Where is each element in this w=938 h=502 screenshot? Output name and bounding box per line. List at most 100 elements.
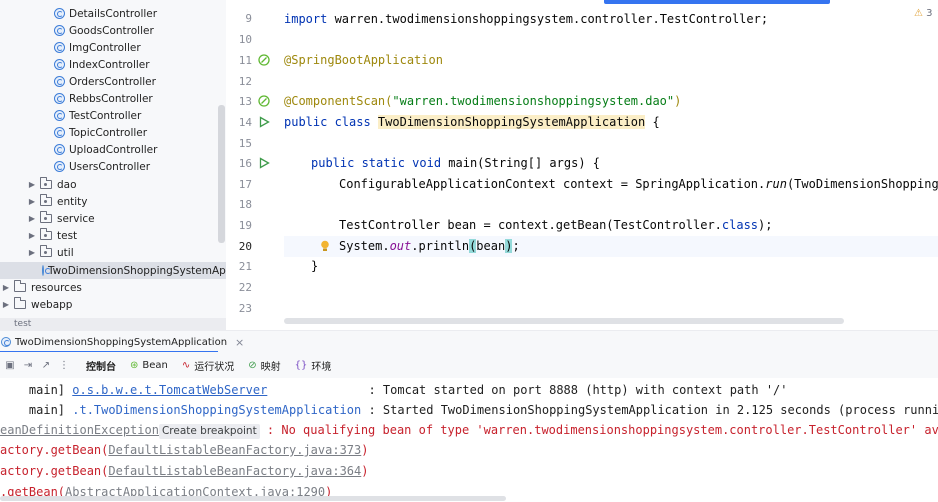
code-line-14: public class TwoDimensionShoppingSystemA… <box>284 112 660 132</box>
bean-icon: ⊛ <box>130 359 139 371</box>
chevron-right-icon[interactable]: ▶ <box>27 214 37 223</box>
editor-gutter: 9 10 11 12 13 14 15 16 17 18 19 20 21 22… <box>226 0 284 330</box>
chevron-right-icon[interactable]: ▶ <box>27 248 37 257</box>
tree-item-entity[interactable]: ▶ entity <box>0 193 226 210</box>
console-logger-link[interactable]: o.s.b.w.e.t.TomcatWebServer <box>72 383 267 397</box>
tree-item-service[interactable]: ▶ service <box>0 210 226 227</box>
tree-item-label: webapp <box>31 298 73 311</box>
chevron-right-icon[interactable]: ▶ <box>1 300 11 309</box>
console-output[interactable]: main] o.s.b.w.e.t.TomcatWebServer : Tomc… <box>0 378 938 502</box>
tree-item-test-controller[interactable]: TestController <box>0 107 226 124</box>
tab-mappings[interactable]: ⊘ 映射 <box>248 358 280 373</box>
run-gutter-icon[interactable] <box>258 157 270 169</box>
code-line-9: import warren.twodimensionshoppingsystem… <box>284 9 768 29</box>
tree-item-label: test <box>57 229 78 242</box>
export-icon[interactable]: ↗ <box>40 359 52 371</box>
tab-label: 运行状况 <box>194 361 235 373</box>
tree-item-rebbs-controller[interactable]: RebbsController <box>0 90 226 107</box>
folder-icon <box>14 280 26 292</box>
class-icon <box>54 59 65 70</box>
console-horizontal-scrollbar[interactable] <box>0 496 506 501</box>
spring-bean-icon[interactable] <box>258 54 270 66</box>
more-options-icon[interactable]: ⋮ <box>58 359 70 371</box>
tree-item-label: GoodsController <box>69 24 154 37</box>
inspection-warning-badge[interactable]: ⚠ 3 ⌃ <box>914 8 938 19</box>
tree-item-label: DetailsController <box>69 7 158 20</box>
chevron-right-icon[interactable]: ▶ <box>27 180 37 189</box>
code-text: warren.twodimensionshoppingsystem.contro… <box>327 12 769 26</box>
tree-item-webapp[interactable]: ▶ webapp <box>0 296 226 313</box>
stack-frame-link[interactable]: DefaultListableBeanFactory.java:364 <box>108 464 361 478</box>
tab-console[interactable]: 控制台 <box>86 356 116 375</box>
tree-item-test[interactable]: ▶ test <box>0 227 226 244</box>
tree-item-main-class[interactable]: TwoDimensionShoppingSystemApplicat <box>0 262 226 279</box>
class-icon <box>54 144 65 155</box>
line-number: 17 <box>238 178 252 191</box>
code-area[interactable]: import warren.twodimensionshoppingsystem… <box>284 0 938 330</box>
tree-item-label: ImgController <box>69 41 141 54</box>
tab-bean[interactable]: ⊛ Bean <box>130 360 168 371</box>
code-annotation: @SpringBootApplication <box>284 53 443 67</box>
create-breakpoint-button[interactable]: Create breakpoint <box>158 424 260 439</box>
package-icon <box>40 177 52 189</box>
camera-icon[interactable]: ▣ <box>4 359 16 371</box>
tab-health[interactable]: ∿ 运行状况 <box>182 358 234 373</box>
code-text: .println <box>411 239 470 253</box>
tree-item-label: TwoDimensionShoppingSystemApplicat <box>48 264 226 277</box>
code-string: "warren.twodimensionshoppingsystem.dao" <box>392 94 675 108</box>
tree-item-goods-controller[interactable]: GoodsController <box>0 22 226 39</box>
tree-item-resources[interactable]: ▶ resources <box>0 279 226 296</box>
spring-boot-class-icon <box>1 337 11 347</box>
package-icon <box>40 194 52 206</box>
tree-item-upload-controller[interactable]: UploadController <box>0 141 226 158</box>
package-icon <box>40 211 52 223</box>
warning-icon: ⚠ <box>914 8 923 19</box>
code-text: ConfigurableApplicationContext context =… <box>339 177 766 191</box>
tree-item-users-controller[interactable]: UsersController <box>0 158 226 175</box>
lightbulb-icon[interactable] <box>320 240 330 252</box>
chevron-right-icon[interactable]: ▶ <box>27 231 37 240</box>
console-thread: main] <box>0 383 73 397</box>
code-text: bean <box>476 239 506 253</box>
line-number: 10 <box>238 33 252 46</box>
run-tab[interactable]: TwoDimensionShoppingSystemApplication × <box>0 331 244 353</box>
editor-horizontal-scrollbar[interactable] <box>284 318 844 324</box>
code-annotation: ) <box>674 94 682 108</box>
chevron-right-icon[interactable]: ▶ <box>1 283 11 292</box>
code-text: main(String[] args) { <box>448 156 600 170</box>
class-icon <box>54 161 65 172</box>
tree-item-orders-controller[interactable]: OrdersController <box>0 73 226 90</box>
code-editor[interactable]: 9 10 11 12 13 14 15 16 17 18 19 20 21 22… <box>226 0 938 330</box>
line-number: 22 <box>238 281 252 294</box>
tree-item-dao[interactable]: ▶ dao <box>0 176 226 193</box>
spring-bean-icon[interactable] <box>258 95 270 107</box>
console-error-line: eanDefinitionException Create breakpoint … <box>0 420 938 440</box>
console-pad <box>267 383 361 397</box>
tree-item-img-controller[interactable]: ImgController <box>0 39 226 56</box>
tree-bottom-item-test[interactable]: test <box>0 318 226 330</box>
stack-frame-link[interactable]: DefaultListableBeanFactory.java:373 <box>108 443 361 457</box>
chevron-right-icon[interactable]: ▶ <box>27 197 37 206</box>
exception-link[interactable]: eanDefinitionException <box>0 423 159 437</box>
line-number: 19 <box>238 219 252 232</box>
log-in-icon[interactable]: ⇥ <box>22 359 34 371</box>
console-message: : Started TwoDimensionShoppingSystemAppl… <box>361 403 938 417</box>
tree-item-details-controller[interactable]: DetailsController <box>0 5 226 22</box>
code-annotation: @ComponentScan( <box>284 94 393 108</box>
stack-frame: ) <box>361 464 369 478</box>
spring-boot-class-icon <box>42 265 51 276</box>
tree-item-util[interactable]: ▶ util <box>0 244 226 261</box>
tree-scrollbar[interactable] <box>218 105 225 243</box>
class-icon <box>54 25 65 36</box>
tree-item-label: UploadController <box>69 143 158 156</box>
code-text: TestController bean = context.getBean(Te… <box>339 218 722 232</box>
tree-item-index-controller[interactable]: IndexController <box>0 56 226 73</box>
class-icon <box>54 8 65 19</box>
tree-item-topic-controller[interactable]: TopicController <box>0 124 226 141</box>
close-icon[interactable]: × <box>235 336 244 349</box>
tree-item-label: RebbsController <box>69 92 153 105</box>
run-gutter-icon[interactable] <box>258 116 270 128</box>
code-keyword: class <box>721 218 759 232</box>
code-keyword: public class <box>284 115 378 129</box>
tab-environment[interactable]: {} 环境 <box>295 358 332 373</box>
